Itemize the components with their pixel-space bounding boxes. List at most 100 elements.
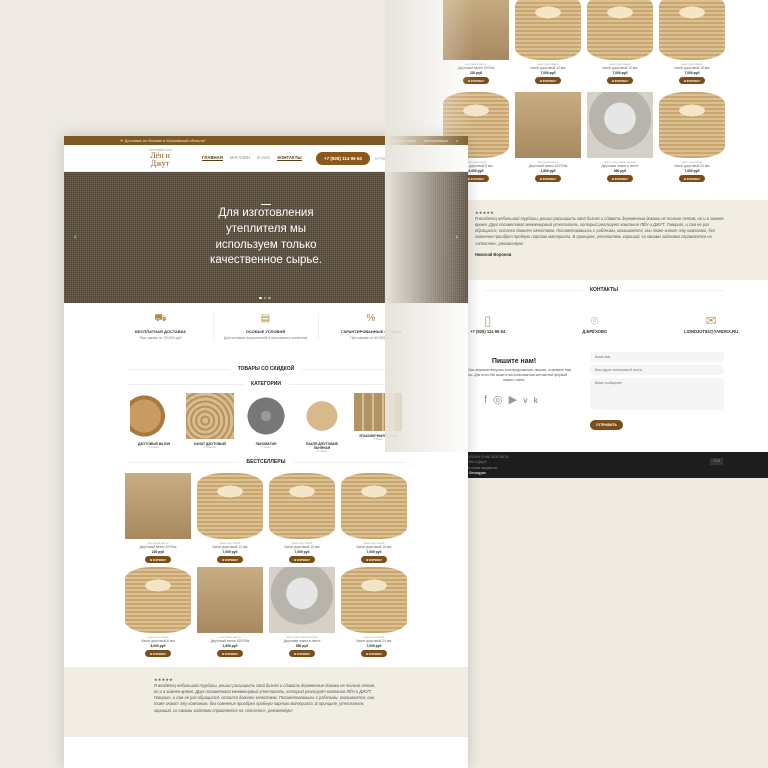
main-nav: ГЛАВНАЯ МАГАЗИН О НАС КОНТАКТЫ: [202, 155, 302, 161]
product-image[interactable]: [659, 92, 725, 158]
contact-email[interactable]: ✉ LIONDJUT83@YANDEX.RU: [684, 313, 738, 334]
product-card[interactable]: канат джутовый Канат джутовый 24 мм 7,00…: [659, 92, 725, 182]
product-card[interactable]: канат джутовый Канат джутовый 24 мм 7,00…: [341, 567, 407, 657]
product-card[interactable]: канат джутовый Канат джутовый 16 мм 7,00…: [341, 473, 407, 563]
add-to-cart-button[interactable]: В КОРЗИНУ: [534, 77, 562, 84]
shadow-fade: [385, 0, 475, 452]
add-to-cart-button[interactable]: В КОРЗИНУ: [678, 77, 706, 84]
product-card[interactable]: канат джутовый Канат джутовый 10 мм 7,00…: [269, 473, 335, 563]
add-to-cart-button[interactable]: В КОРЗИНУ: [606, 77, 634, 84]
product-image[interactable]: [515, 0, 581, 60]
product-name[interactable]: Канат джутовый 12 мм: [197, 545, 263, 549]
youtube-icon[interactable]: ▶: [509, 394, 523, 406]
product-card[interactable]: канат джутовый Канат джутовый 6 мм 8,000…: [125, 567, 191, 657]
product-name[interactable]: Джутовый ватин 10*20м: [125, 545, 191, 549]
truck-icon: ⛟: [154, 313, 167, 324]
product-name[interactable]: Канат джутовый 24 мм: [341, 639, 407, 643]
product-price: 8,000 руб: [150, 644, 166, 648]
contact-address: ⌾ Д.БРЁХОВО: [582, 313, 608, 334]
product-price: 7,000 руб: [366, 550, 382, 554]
add-to-cart-button[interactable]: В КОРЗИНУ: [216, 650, 244, 657]
nav-about[interactable]: О НАС: [257, 155, 271, 161]
product-image[interactable]: [515, 92, 581, 158]
name-input[interactable]: [590, 352, 724, 362]
add-to-cart-button[interactable]: В КОРЗИНУ: [360, 650, 388, 657]
category-item[interactable]: ДЖУТОВЫЙ ВАТИН 2 Товара: [130, 393, 178, 453]
testimonial-text: Я владелец небольшой турбазы, решил расш…: [154, 683, 376, 713]
product-name[interactable]: Канат джутовый 10 мм: [269, 545, 335, 549]
add-to-cart-button[interactable]: В КОРЗИНУ: [606, 175, 634, 182]
testimonial-author: Николай Воронов: [475, 251, 512, 257]
instagram-icon[interactable]: ◎: [493, 394, 509, 406]
vk-icon[interactable]: vk: [523, 396, 544, 405]
hero-title: Для изготовления утеплителя мы используе…: [210, 207, 322, 267]
product-card[interactable]: канат джутовый Канат джутовый 10 мм 7,00…: [587, 0, 653, 84]
product-name[interactable]: Джутовая пакля в ленте: [269, 639, 335, 643]
add-to-cart-button[interactable]: В КОРЗИНУ: [216, 556, 244, 563]
add-to-cart-button[interactable]: В КОРЗИНУ: [534, 175, 562, 182]
product-image[interactable]: [587, 0, 653, 60]
delivery-notice: ✈ Доставка по Москве и Московской област…: [120, 138, 206, 143]
location-pin-icon: ⌾: [590, 313, 599, 328]
logo[interactable]: ТОРГОВЫЙ ДОМ Лён и Джут: [140, 148, 180, 168]
facebook-icon[interactable]: f: [484, 394, 493, 406]
product-image[interactable]: [197, 567, 263, 633]
product-price: 1,800 руб: [540, 169, 556, 173]
prev-slide-icon[interactable]: ‹: [74, 232, 77, 241]
product-name[interactable]: Канат джутовый 12 мм: [515, 66, 581, 70]
phone-icon: ▯: [484, 313, 492, 328]
add-to-cart-button[interactable]: В КОРЗИНУ: [288, 556, 316, 563]
add-to-cart-button[interactable]: В КОРЗИНУ: [144, 650, 172, 657]
email-input[interactable]: [590, 365, 724, 375]
product-price: 850 руб: [613, 169, 627, 173]
product-card[interactable]: канат джутовый Канат джутовый 12 мм 7,00…: [197, 473, 263, 563]
phone-button[interactable]: +7 (926) 114 96 64: [316, 151, 370, 165]
product-image[interactable]: [587, 92, 653, 158]
product-name[interactable]: Канат джутовый 10 мм: [587, 66, 653, 70]
hero-divider: [261, 204, 271, 205]
product-card[interactable]: канат джутовый Канат джутовый 16 мм 7,00…: [659, 0, 725, 84]
contact-form: ОТПРАВИТЬ: [590, 352, 724, 431]
product-card[interactable]: джутовый ватин Джутовый ватин 100*20м 1,…: [197, 567, 263, 657]
product-image[interactable]: [269, 567, 335, 633]
product-grid: джутовый ватин Джутовый ватин 10*20м 220…: [64, 473, 468, 657]
nav-contacts[interactable]: КОНТАКТЫ: [277, 155, 302, 161]
product-card[interactable]: джутовый ватин Джутовый ватин 10*20м 220…: [125, 473, 191, 563]
product-price: 850 руб: [295, 644, 309, 648]
add-to-cart-button[interactable]: В КОРЗИНУ: [144, 556, 172, 563]
product-image[interactable]: [341, 473, 407, 539]
category-item[interactable]: ЛЬНОВАТИН 1 Товар: [242, 393, 290, 453]
add-to-cart-button[interactable]: В КОРЗИНУ: [288, 650, 316, 657]
product-image[interactable]: [197, 473, 263, 539]
submit-button[interactable]: ОТПРАВИТЬ: [590, 420, 623, 430]
product-price: 220 руб: [151, 550, 165, 554]
add-to-cart-button[interactable]: В КОРЗИНУ: [678, 175, 706, 182]
product-name[interactable]: Джутовая пакля в ленте: [587, 164, 653, 168]
contact-phone[interactable]: ▯ +7 (926) 114 96 64: [470, 313, 505, 334]
product-image[interactable]: [125, 567, 191, 633]
product-name[interactable]: Канат джутовый 16 мм: [341, 545, 407, 549]
product-card[interactable]: джутовый ватин Джутовый ватин 100*20м 1,…: [515, 92, 581, 182]
nav-shop[interactable]: МАГАЗИН: [230, 155, 250, 161]
product-name[interactable]: Канат джутовый 24 мм: [659, 164, 725, 168]
nav-home[interactable]: ГЛАВНАЯ: [202, 155, 223, 161]
product-name[interactable]: Канат джутовый 16 мм: [659, 66, 725, 70]
product-name[interactable]: Джутовый ватин 100*20м: [515, 164, 581, 168]
add-to-cart-button[interactable]: В КОРЗИНУ: [360, 556, 388, 563]
product-image[interactable]: [341, 567, 407, 633]
product-name[interactable]: Канат джутовый 6 мм: [125, 639, 191, 643]
product-price: 7,000 руб: [366, 644, 382, 648]
product-card[interactable]: пакля джутовая/льняная Джутовая пакля в …: [269, 567, 335, 657]
product-price: 7,000 руб: [684, 71, 700, 75]
product-name[interactable]: Джутовый ватин 100*20м: [197, 639, 263, 643]
bestsellers-heading: БЕСТСЕЛЛЕРЫ: [128, 459, 404, 465]
product-card[interactable]: пакля джутовая/льняная Джутовая пакля в …: [587, 92, 653, 182]
category-item[interactable]: КАНАТ ДЖУТОВЫЙ 6 Товаров: [186, 393, 234, 453]
product-image[interactable]: [659, 0, 725, 60]
category-item[interactable]: ПАКЛЯ ДЖУТОВАЯ/ ЛЬНЯНАЯ 4 Товара: [298, 393, 346, 453]
product-image[interactable]: [125, 473, 191, 539]
message-input[interactable]: [590, 378, 724, 410]
slider-dots[interactable]: [259, 296, 271, 299]
product-image[interactable]: [269, 473, 335, 539]
product-card[interactable]: канат джутовый Канат джутовый 12 мм 7,00…: [515, 0, 581, 84]
